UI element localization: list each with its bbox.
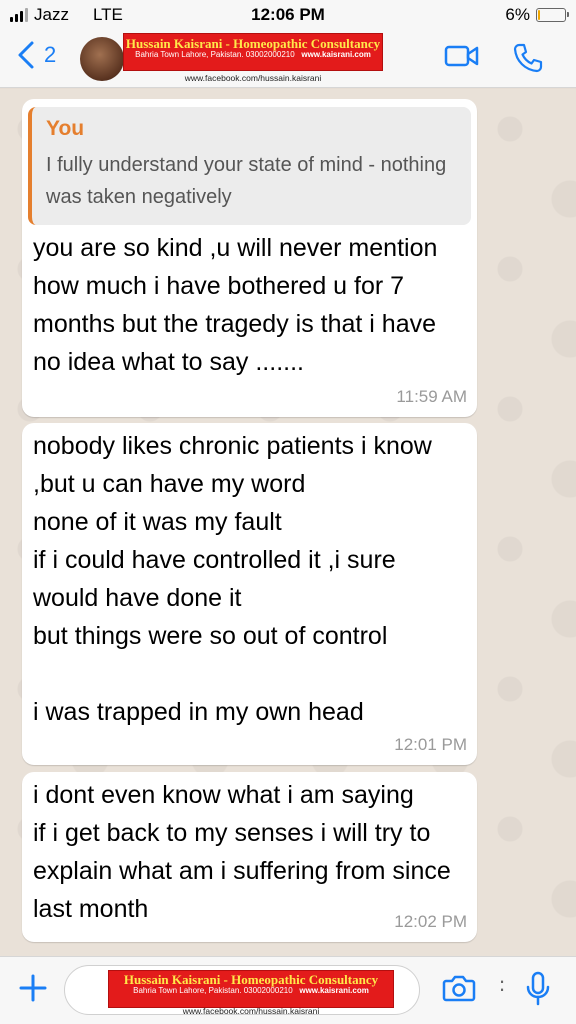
camera-icon — [442, 975, 476, 1002]
plus-icon — [19, 974, 47, 1002]
banner-title: Hussain Kaisrani - Homeopathic Consultan… — [125, 36, 381, 51]
more-dots-icon: · · — [498, 968, 506, 1001]
chat-area[interactable]: You I fully understand your state of min… — [0, 89, 576, 956]
message-bubble[interactable]: i dont even know what i am saying if i g… — [22, 772, 477, 942]
contact-avatar[interactable] — [80, 37, 124, 81]
quoted-reply[interactable]: You I fully understand your state of min… — [28, 107, 471, 225]
message-bubble[interactable]: You I fully understand your state of min… — [22, 99, 477, 417]
message-time: 11:59 AM — [396, 387, 467, 406]
battery-icon — [536, 8, 569, 22]
microphone-icon — [526, 971, 550, 1006]
banner-contact-line: Bahria Town Lahore, Pakistan. 0300200021… — [124, 50, 382, 60]
video-camera-icon — [444, 45, 479, 67]
message-text: i dont even know what i am saying if i g… — [33, 781, 451, 923]
quote-author: You — [46, 117, 85, 140]
input-banner: Hussain Kaisrani - Homeopathic Consultan… — [108, 970, 394, 1008]
banner-site: www.kaisrani.com — [299, 986, 369, 996]
battery-percent: 6% — [505, 5, 530, 24]
quote-text: I fully understand your state of mind - … — [46, 154, 447, 208]
status-right: 6% — [505, 5, 569, 25]
video-call-button[interactable] — [444, 42, 480, 75]
unread-count: 2 — [44, 42, 57, 67]
banner-address: Bahria Town Lahore, Pakistan. 0300200021… — [135, 50, 295, 60]
banner-contact-line: Bahria Town Lahore, Pakistan. 0300200021… — [109, 986, 393, 996]
message-time: 12:02 PM — [394, 912, 467, 931]
battery-fill — [538, 10, 540, 20]
phone-icon — [513, 43, 543, 73]
attach-button[interactable] — [18, 973, 48, 1008]
message-text: nobody likes chronic patients i know ,bu… — [33, 432, 432, 726]
voice-call-button[interactable] — [512, 42, 544, 79]
contact-banner[interactable]: Hussain Kaisrani - Homeopathic Consultan… — [123, 33, 383, 71]
status-bar: Jazz LTE 12:06 PM 6% — [0, 0, 576, 30]
message-time: 12:01 PM — [394, 735, 467, 754]
voice-message-button[interactable] — [524, 971, 552, 1012]
banner-site: www.kaisrani.com — [301, 50, 371, 60]
banner-facebook: www.facebook.com/hussain.kaisrani — [182, 1006, 320, 1016]
message-text: you are so kind ,u will never mention ho… — [33, 234, 438, 376]
banner-title: Hussain Kaisrani - Homeopathic Consultan… — [123, 972, 379, 987]
chevron-left-icon — [18, 41, 34, 69]
status-time: 12:06 PM — [251, 5, 325, 24]
chat-header: 2 Hussain Kaisrani - Homeopathic Consult… — [0, 30, 576, 88]
back-button[interactable]: 2 — [16, 40, 56, 70]
message-bubble[interactable]: nobody likes chronic patients i know ,bu… — [22, 423, 477, 765]
banner-facebook: www.facebook.com/hussain.kaisrani — [184, 73, 322, 83]
camera-button[interactable] — [442, 973, 476, 1008]
input-bar: Hussain Kaisrani - Homeopathic Consultan… — [0, 956, 576, 1024]
banner-address: Bahria Town Lahore, Pakistan. 0300200021… — [133, 986, 293, 996]
